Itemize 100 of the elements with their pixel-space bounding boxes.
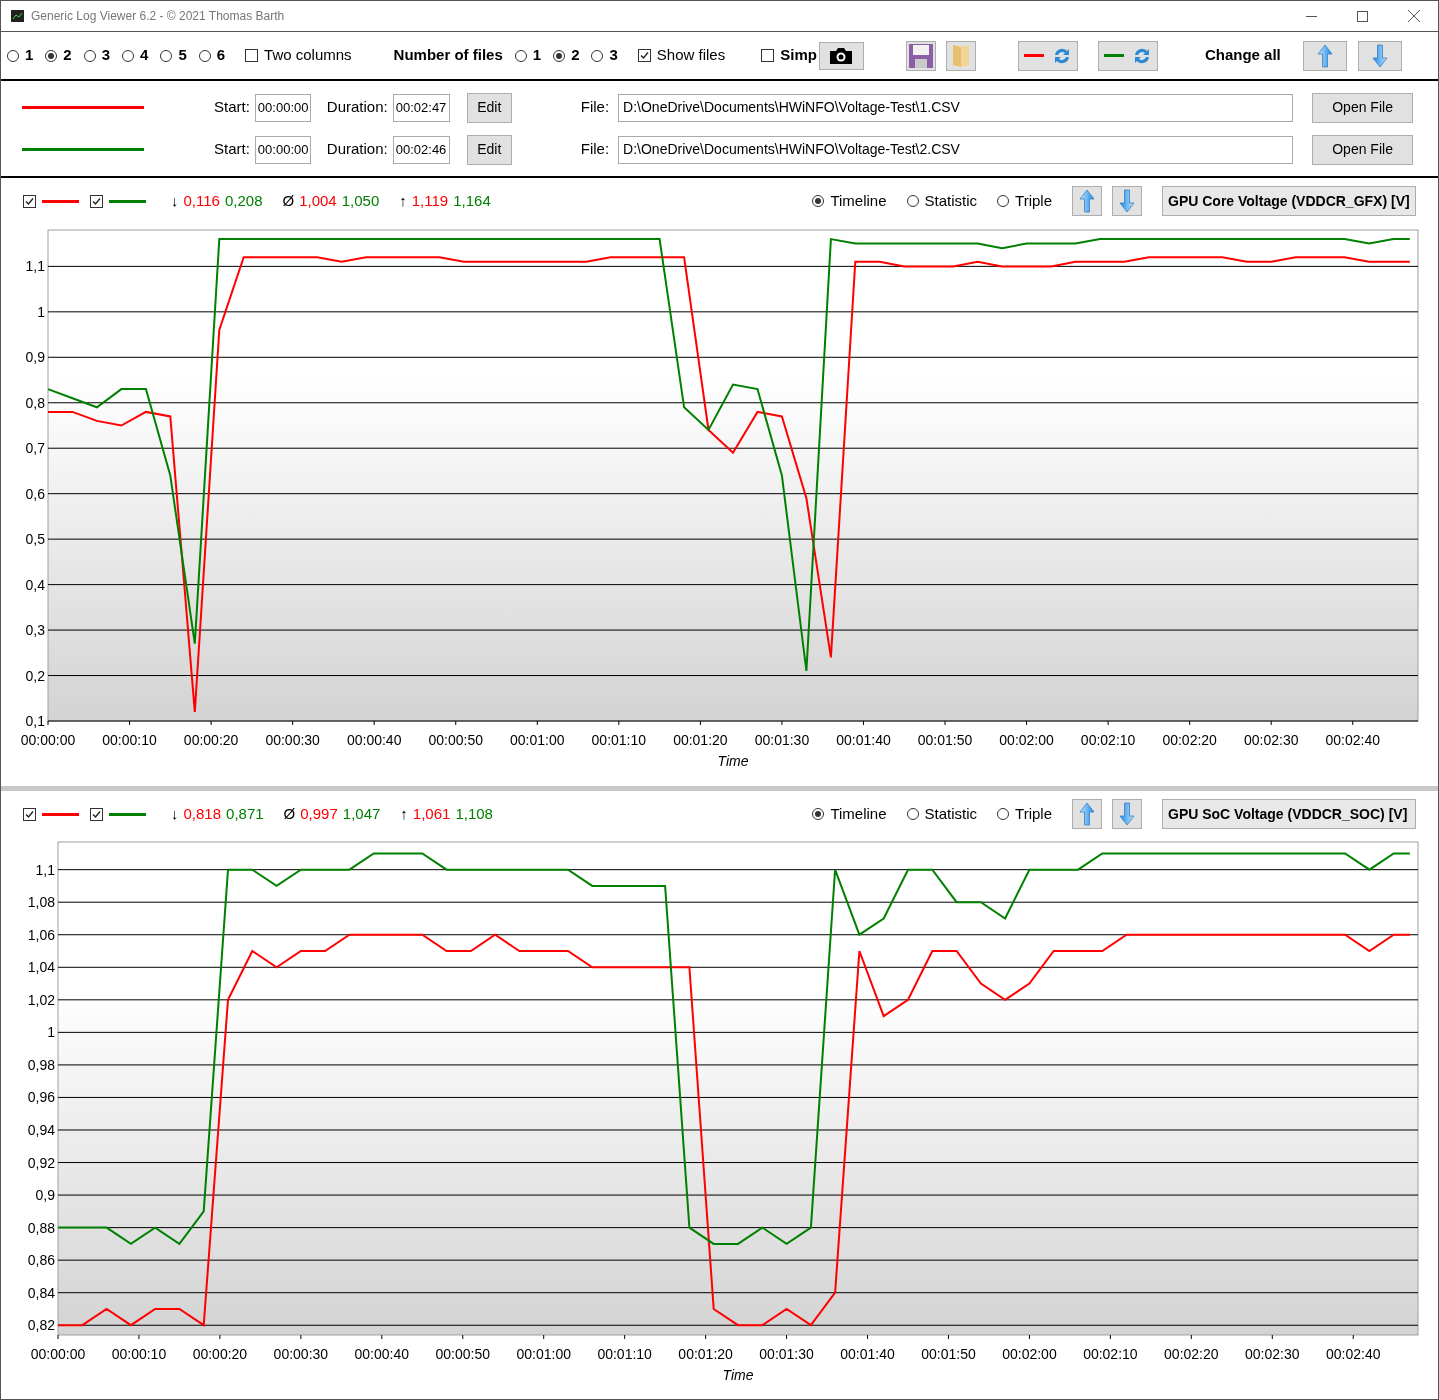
layout-radio[interactable]: 1 (7, 44, 34, 67)
axis-tick-label: 0,2 (25, 667, 45, 684)
down-arrow-icon (1371, 43, 1388, 68)
swap-line-button[interactable] (1017, 40, 1078, 71)
axis-tick-label: 0,4 (25, 576, 45, 593)
duration-field[interactable]: 00:02:47 (392, 93, 450, 122)
stat-symbol: ↑ (400, 803, 408, 824)
axis-tick-label: 1,08 (27, 894, 55, 911)
checkbox-label: Two columns (264, 45, 352, 66)
down-arrow-icon (1119, 802, 1135, 826)
axis-tick-label: 0,86 (27, 1252, 55, 1269)
swap-line-button[interactable] (1097, 40, 1158, 71)
checkbox-label: Show files (656, 45, 726, 66)
layout-radio[interactable]: 6 (198, 44, 226, 67)
axis-tick-label: 00:00:30 (265, 732, 320, 748)
axis-tick-label: 0,7 (25, 440, 45, 457)
stat-value: 0,116 (183, 190, 220, 211)
layout-radio[interactable]: 4 (122, 44, 149, 67)
line-swatch (1023, 54, 1044, 57)
stat-value: 1,164 (453, 190, 491, 211)
maximize-icon[interactable] (1357, 10, 1368, 22)
axis-tick-label: 0,1 (25, 713, 45, 729)
axis-tick-label: 00:01:30 (754, 732, 810, 748)
checkbox[interactable] (23, 807, 36, 821)
checkbox[interactable] (761, 49, 775, 62)
move-up-button[interactable] (1072, 799, 1102, 829)
edit-button[interactable]: Edit (466, 92, 512, 123)
layout-radio[interactable]: 2 (45, 44, 72, 67)
axis-tick-label: 0,9 (25, 349, 45, 366)
axis-tick-label: 00:02:10 (1080, 732, 1136, 748)
sensor-dropdown[interactable]: GPU Core Voltage (VDDCR_GFX) [V] (1162, 186, 1416, 216)
move-down-button[interactable] (1112, 799, 1142, 829)
axis-tick-label: 00:02:30 (1243, 732, 1299, 748)
move-up-button[interactable] (1072, 186, 1102, 216)
start-field[interactable]: 00:00:00 (254, 135, 311, 164)
axis-tick-label: 1,04 (27, 959, 55, 976)
axis-tick-label: 0,5 (25, 531, 45, 548)
file-label: File: (580, 139, 610, 160)
axis-tick-label: 00:00:00 (20, 732, 76, 748)
open-file-button[interactable]: Open File (1312, 92, 1414, 123)
axis-tick-label: 00:00:10 (111, 1346, 167, 1362)
stat-value: 1,108 (455, 803, 493, 824)
view-mode-radio[interactable]: Statistic (906, 802, 978, 826)
stat-value: 0,997 (300, 803, 338, 824)
axis-title: Time (722, 1367, 754, 1383)
checkbox[interactable] (245, 49, 259, 62)
stat-value: 1,004 (299, 190, 337, 211)
stat-value: 1,119 (411, 190, 449, 211)
close-icon[interactable] (1408, 10, 1420, 22)
move-down-button[interactable] (1112, 186, 1142, 216)
axis-tick-label: 0,82 (27, 1317, 55, 1334)
axis-tick-label: 00:00:40 (354, 1346, 410, 1362)
axis-tick-label: 00:02:20 (1162, 732, 1217, 748)
view-mode-radio[interactable]: Statistic (906, 189, 978, 213)
view-mode-radio[interactable]: Triple (997, 802, 1052, 826)
view-mode-radio[interactable]: Triple (997, 189, 1052, 213)
axis-tick-label: 00:02:00 (999, 732, 1054, 748)
start-label: Start: (214, 139, 250, 160)
number-of-files-label: Number of files (393, 45, 503, 66)
file-count-radio[interactable]: 2 (553, 44, 580, 67)
axis-tick-label: 00:00:50 (435, 1346, 490, 1362)
layout-radio[interactable]: 5 (160, 44, 187, 67)
sensor-dropdown[interactable]: GPU SoC Voltage (VDDCR_SOC) [V] (1162, 799, 1416, 829)
checkbox[interactable] (23, 194, 36, 208)
window-title: Generic Log Viewer 6.2 - © 2021 Thomas Barth (31, 8, 285, 25)
camera-icon (828, 45, 855, 66)
start-field[interactable]: 00:00:00 (254, 93, 311, 122)
axis-tick-label: 00:00:00 (30, 1346, 86, 1362)
file-count-radio[interactable]: 1 (514, 44, 542, 67)
open-file-button[interactable]: Open File (1312, 134, 1414, 165)
layout-radio[interactable]: 3 (83, 44, 111, 67)
checkbox-label: Simp (780, 45, 817, 66)
axis-tick-label: 00:02:40 (1325, 732, 1380, 748)
axis-tick-label: 00:02:20 (1164, 1346, 1219, 1362)
down-arrow-icon (1119, 189, 1135, 213)
edit-button[interactable]: Edit (466, 134, 512, 165)
file-path-field[interactable]: D:\OneDrive\Documents\HWiNFO\Voltage-Test\1.CSV (618, 93, 1294, 122)
axis-tick-label: 0,98 (27, 1056, 55, 1073)
axis-tick-label: 1,06 (27, 926, 55, 943)
file-path-field[interactable]: D:\OneDrive\Documents\HWiNFO\Voltage-Test\2.CSV (618, 135, 1294, 164)
axis-tick-label: 0,9 (35, 1187, 55, 1204)
view-mode-radio[interactable]: Timeline (812, 802, 887, 826)
checkbox[interactable] (90, 194, 103, 208)
axis-tick-label: 0,3 (25, 622, 45, 639)
checkbox[interactable] (637, 49, 651, 62)
save-button[interactable] (905, 40, 936, 71)
move-all-down-button[interactable] (1357, 40, 1402, 71)
stat-value: 1,047 (342, 803, 381, 824)
screenshot-button[interactable] (818, 41, 864, 70)
axis-tick-label: 00:01:50 (917, 732, 973, 748)
axis-tick-label: 0,96 (27, 1089, 55, 1106)
duration-field[interactable]: 00:02:46 (392, 135, 450, 164)
axis-tick-label: 00:01:30 (759, 1346, 814, 1362)
view-mode-radio[interactable]: Timeline (812, 189, 887, 213)
file-count-radio[interactable]: 3 (591, 44, 618, 67)
axis-tick-label: 00:02:40 (1326, 1346, 1381, 1362)
checkbox[interactable] (90, 807, 103, 821)
move-all-up-button[interactable] (1302, 40, 1347, 71)
stat-symbol: ↓ (171, 190, 179, 211)
stat-value: 1,061 (412, 803, 451, 824)
